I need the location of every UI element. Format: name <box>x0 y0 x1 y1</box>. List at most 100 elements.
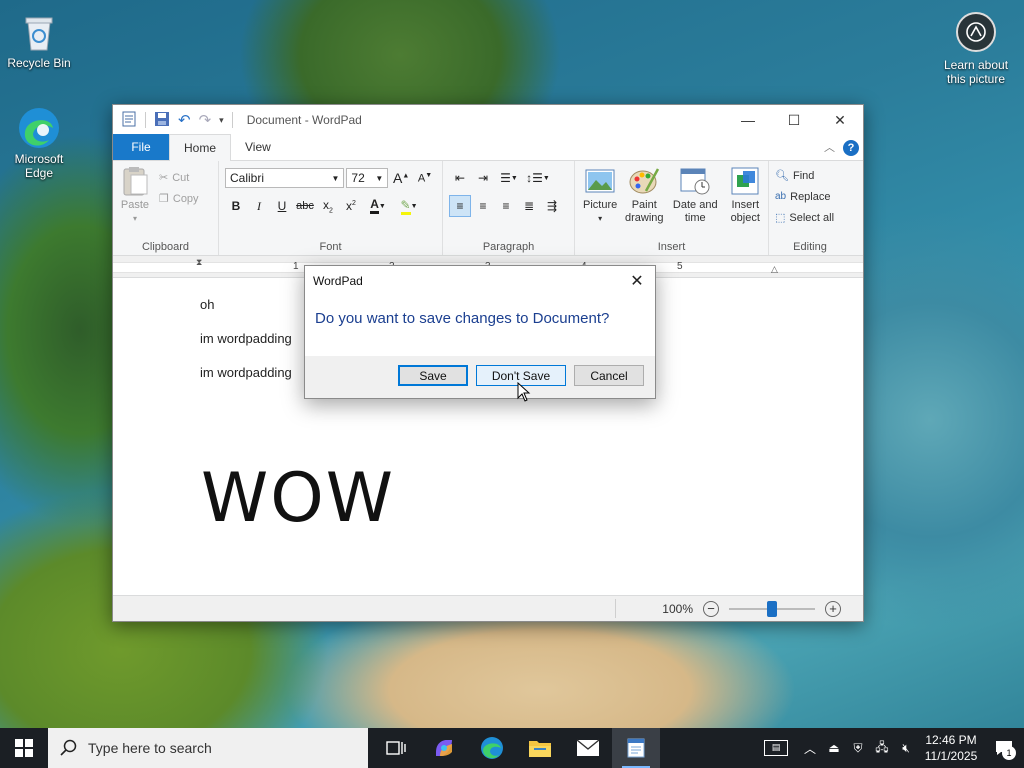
select-all-icon: ⬚ <box>775 212 786 224</box>
bullets-button[interactable]: ☰ ▼ <box>495 167 523 189</box>
taskbar-search[interactable]: Type here to search <box>48 728 368 768</box>
line-spacing-button[interactable]: ↕☰ ▼ <box>524 167 552 189</box>
picture-icon <box>585 169 615 193</box>
dialog-close-button[interactable]: ✕ <box>623 268 651 294</box>
desktop-icon-edge[interactable]: Microsoft Edge <box>3 106 75 180</box>
zoom-slider-thumb[interactable] <box>767 600 777 617</box>
learn-label: Learn about this picture <box>943 58 1009 86</box>
minimize-button[interactable]: — <box>725 105 771 135</box>
justify-button[interactable]: ≣ <box>518 195 540 217</box>
strikethrough-button[interactable]: abc <box>294 195 316 217</box>
align-right-icon: ≡ <box>502 199 510 213</box>
bold-button[interactable]: B <box>225 195 247 217</box>
save-button[interactable]: Save <box>398 365 468 386</box>
maximize-button[interactable]: ☐ <box>771 105 817 135</box>
tab-home[interactable]: Home <box>169 134 232 161</box>
ribbon: Paste ▾ ✂ Cut ❐ Copy Clipboard Calibri ▼ 72… <box>113 161 863 256</box>
increase-indent-button[interactable]: ⇥ <box>472 167 494 189</box>
usb-device-icon[interactable]: ⏏ <box>822 728 846 768</box>
underline-button[interactable]: U <box>271 195 293 217</box>
wordpad-taskbar-button[interactable] <box>612 728 660 768</box>
task-view-button[interactable] <box>372 728 420 768</box>
select-all-button[interactable]: ⬚ Select all <box>775 207 845 228</box>
copilot-icon <box>436 740 452 756</box>
customize-qat-icon[interactable]: ▾ <box>219 115 224 126</box>
editing-group-label: Editing <box>793 241 827 253</box>
cut-label: Cut <box>172 171 190 184</box>
font-size-select[interactable]: 72 ▼ <box>346 168 389 188</box>
security-icon[interactable]: ⛨ <box>846 728 870 768</box>
file-explorer-button[interactable] <box>516 728 564 768</box>
insert-object-button[interactable]: Insert object <box>725 165 765 225</box>
font-color-button[interactable]: A ▼ <box>363 195 393 217</box>
dialog-message: Do you want to save changes to Document? <box>315 310 610 327</box>
zoom-in-button[interactable]: + <box>825 600 841 617</box>
zoom-slider[interactable] <box>729 600 815 617</box>
find-button[interactable]: 🔍︎ Find <box>775 165 845 186</box>
shrink-font-button[interactable]: A▼ <box>414 167 436 189</box>
picture-button[interactable]: Picture ▾ <box>583 165 617 225</box>
notification-center-button[interactable]: 1 <box>984 728 1024 768</box>
decrease-indent-button[interactable]: ⇤ <box>449 167 471 189</box>
grow-font-button[interactable]: A▲ <box>390 167 412 189</box>
save-icon[interactable] <box>154 111 170 130</box>
wordpad-app-icon[interactable] <box>121 111 137 130</box>
news-widget-button[interactable]: ▤ <box>754 728 798 768</box>
document-big-text: WOW <box>201 459 395 538</box>
paste-button[interactable]: Paste ▾ <box>119 165 151 225</box>
select-all-label: Select all <box>789 211 835 224</box>
volume-muted-icon[interactable]: 🔇︎ <box>894 728 918 768</box>
indent-marker-icon[interactable]: ⧗ <box>196 257 202 268</box>
subscript-button[interactable]: x2 <box>317 195 339 217</box>
start-button[interactable] <box>0 728 48 768</box>
calendar-clock-icon <box>680 168 710 195</box>
paint-drawing-button[interactable]: Paint drawing <box>623 165 665 225</box>
mail-button[interactable] <box>564 728 612 768</box>
align-left-button[interactable]: ≡ <box>449 195 471 217</box>
camera-location-icon <box>956 12 996 52</box>
align-right-button[interactable]: ≡ <box>495 195 517 217</box>
justify-icon: ≣ <box>523 199 535 213</box>
superscript-icon: x2 <box>346 199 356 213</box>
italic-button[interactable]: I <box>248 195 270 217</box>
undo-icon[interactable]: ↶ <box>178 111 191 129</box>
align-left-icon: ≡ <box>456 199 464 213</box>
copy-button[interactable]: ❐ Copy <box>159 188 199 209</box>
italic-icon: I <box>257 198 261 213</box>
date-time-label: Date and time <box>672 199 718 224</box>
redo-icon[interactable]: ↷ <box>199 111 212 129</box>
close-button[interactable]: ✕ <box>817 105 863 135</box>
desktop-icon-learn-about-picture[interactable]: Learn about this picture <box>936 12 1016 86</box>
paragraph-group-label: Paragraph <box>482 241 535 253</box>
tab-view[interactable]: View <box>231 134 285 160</box>
right-indent-icon[interactable]: △ <box>771 264 778 275</box>
clock[interactable]: 12:46 PM 11/1/2025 <box>918 732 984 764</box>
date-time-button[interactable]: Date and time <box>671 165 719 225</box>
cut-button[interactable]: ✂ Cut <box>159 167 199 188</box>
desktop-icon-recycle-bin[interactable]: Recycle Bin <box>3 10 75 70</box>
edge-taskbar-button[interactable] <box>468 728 516 768</box>
font-color-icon: A <box>370 198 379 214</box>
copilot-button[interactable] <box>420 728 468 768</box>
tab-file[interactable]: File <box>113 134 169 160</box>
zoom-out-button[interactable]: − <box>703 600 719 617</box>
align-center-icon: ≡ <box>479 199 487 213</box>
highlight-button[interactable]: ✎ ▼ <box>394 195 424 217</box>
show-hidden-icons-button[interactable]: ︿ <box>798 728 822 768</box>
replace-label: Replace <box>790 190 831 203</box>
paragraph-button[interactable]: ⇶ <box>541 195 563 217</box>
collapse-ribbon-icon[interactable]: ︿ <box>824 139 835 155</box>
paint-palette-icon <box>629 168 660 194</box>
decrease-indent-icon: ⇤ <box>454 171 466 185</box>
superscript-button[interactable]: x2 <box>340 195 362 217</box>
save-changes-dialog: WordPad ✕ Do you want to save changes to… <box>304 265 656 399</box>
replace-button[interactable]: ab Replace <box>775 186 845 207</box>
cancel-button[interactable]: Cancel <box>574 365 644 386</box>
status-separator <box>615 599 616 618</box>
align-center-button[interactable]: ≡ <box>472 195 494 217</box>
network-icon[interactable]: 🖧︎ <box>870 728 894 768</box>
copy-label: Copy <box>172 192 199 205</box>
grow-font-icon: A▲ <box>393 170 410 186</box>
font-family-select[interactable]: Calibri ▼ <box>225 168 345 188</box>
help-icon[interactable]: ? <box>843 140 859 156</box>
